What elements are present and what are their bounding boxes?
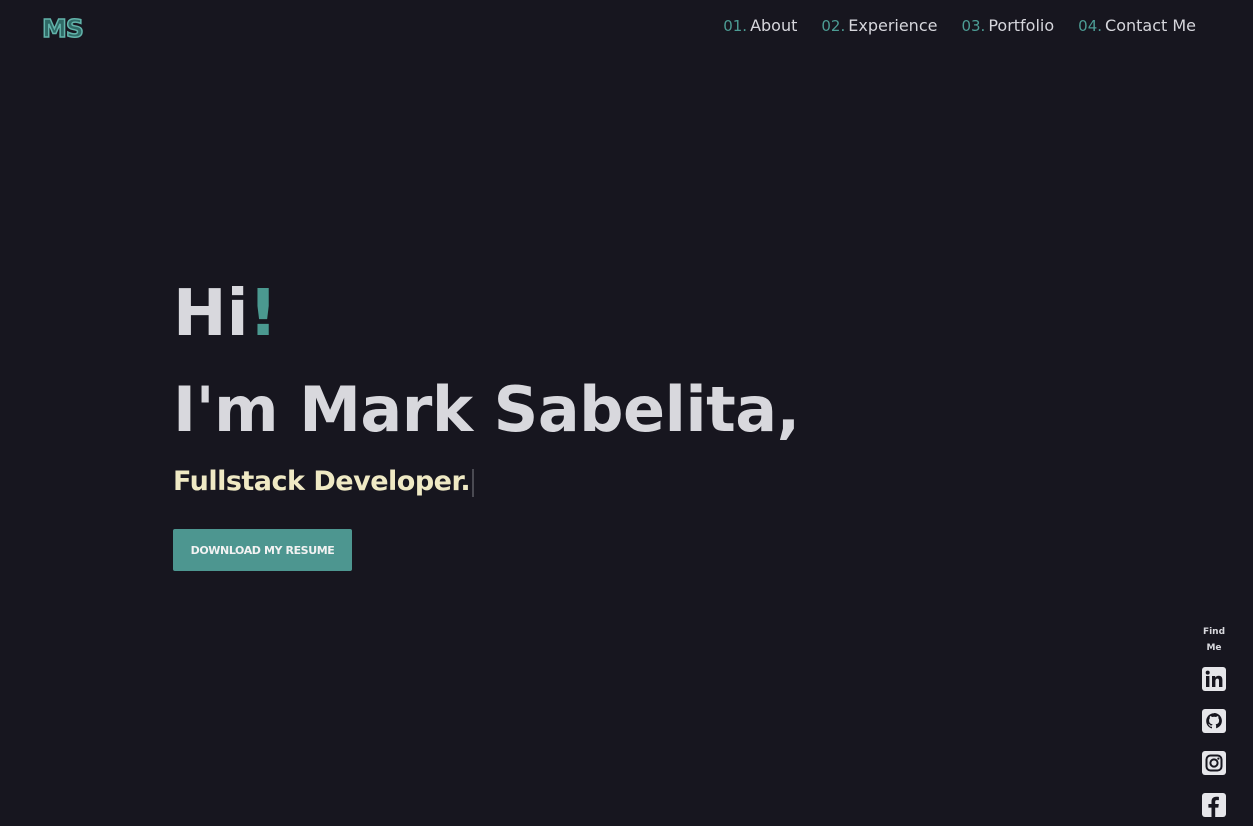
- top-nav: 01. About 02. Experience 03. Portfolio 0…: [723, 16, 1196, 35]
- hero-section: Hi! I'm Mark Sabelita, Fullstack Develop…: [173, 278, 800, 500]
- nav-number: 02.: [821, 17, 846, 35]
- github-icon[interactable]: [1201, 708, 1227, 734]
- hero-role: Fullstack Developer.: [173, 464, 800, 500]
- facebook-icon[interactable]: [1201, 792, 1227, 818]
- nav-label: Portfolio: [988, 16, 1055, 35]
- social-links: Find Me: [1197, 624, 1231, 818]
- hero-greeting: Hi!: [173, 278, 800, 350]
- logo[interactable]: MS: [41, 12, 92, 44]
- nav-number: 03.: [961, 17, 986, 35]
- nav-number: 04.: [1078, 17, 1103, 35]
- nav-item-about[interactable]: 01. About: [723, 16, 797, 35]
- nav-item-contact[interactable]: 04. Contact Me: [1078, 16, 1196, 35]
- nav-item-experience[interactable]: 02. Experience: [821, 16, 937, 35]
- download-resume-button[interactable]: DOWNLOAD MY RESUME: [173, 529, 352, 571]
- page: MS 01. About 02. Experience 03. Portfoli…: [0, 0, 1253, 826]
- typing-cursor: [472, 468, 475, 497]
- greeting-accent: !: [248, 277, 278, 351]
- nav-label: Contact Me: [1105, 16, 1196, 35]
- hero-name: I'm Mark Sabelita,: [173, 373, 800, 446]
- nav-item-portfolio[interactable]: 03. Portfolio: [961, 16, 1054, 35]
- instagram-icon[interactable]: [1201, 750, 1227, 776]
- role-text: Fullstack Developer.: [173, 466, 471, 497]
- social-icon-list: [1201, 666, 1227, 818]
- greeting-text: Hi: [173, 277, 249, 351]
- linkedin-icon[interactable]: [1201, 666, 1227, 692]
- nav-label: Experience: [848, 16, 938, 35]
- logo-text: MS: [41, 13, 84, 44]
- nav-number: 01.: [723, 17, 748, 35]
- nav-label: About: [750, 16, 798, 35]
- find-me-label: Find Me: [1202, 627, 1226, 653]
